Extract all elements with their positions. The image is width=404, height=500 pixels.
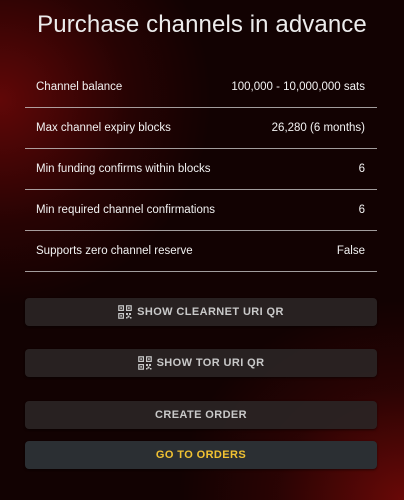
channel-details-table: Channel balance 100,000 - 10,000,000 sat… [25, 67, 377, 272]
qr-code-icon [137, 356, 152, 370]
go-to-orders-label: GO TO ORDERS [155, 449, 247, 461]
detail-label: Channel balance [36, 81, 123, 93]
detail-label: Min required channel confirmations [36, 204, 215, 216]
detail-label: Max channel expiry blocks [36, 122, 171, 134]
show-clearnet-qr-button[interactable]: SHOW CLEARNET URI QR [25, 298, 377, 326]
detail-label: Supports zero channel reserve [36, 245, 193, 257]
detail-row-min-channel-confirmations: Min required channel confirmations 6 [25, 190, 377, 231]
detail-value: 26,280 (6 months) [271, 122, 365, 134]
page-title: Purchase channels in advance [37, 11, 367, 38]
create-order-label: CREATE ORDER [155, 409, 247, 421]
qr-code-icon [118, 305, 132, 319]
detail-row-channel-balance: Channel balance 100,000 - 10,000,000 sat… [25, 67, 377, 108]
show-tor-qr-label: SHOW TOR URI QR [156, 357, 265, 369]
show-clearnet-qr-label: SHOW CLEARNET URI QR [137, 306, 284, 318]
detail-row-max-expiry: Max channel expiry blocks 26,280 (6 mont… [25, 108, 377, 149]
detail-label: Min funding confirms within blocks [36, 163, 211, 175]
go-to-orders-button[interactable]: GO TO ORDERS [25, 441, 377, 469]
detail-row-zero-reserve: Supports zero channel reserve False [25, 231, 377, 272]
detail-row-min-funding-confirms: Min funding confirms within blocks 6 [25, 149, 377, 190]
show-tor-qr-button[interactable]: SHOW TOR URI QR [25, 349, 377, 377]
detail-value: 6 [358, 163, 365, 175]
detail-value: 6 [358, 204, 365, 216]
detail-value: 100,000 - 10,000,000 sats [231, 81, 365, 93]
detail-value: False [336, 245, 365, 257]
create-order-button[interactable]: CREATE ORDER [25, 401, 377, 429]
